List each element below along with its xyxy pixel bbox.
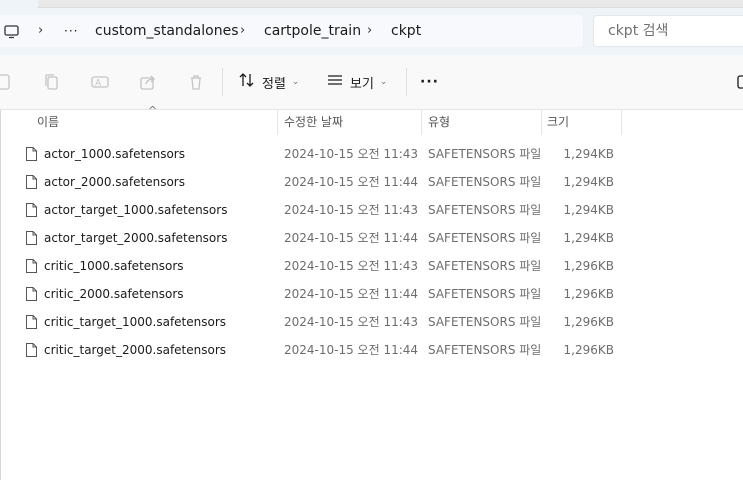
file-name: critic_target_2000.safetensors [44, 343, 227, 357]
chevron-down-icon: ⌄ [291, 77, 300, 87]
file-size: 1,294KB [563, 147, 614, 161]
details-pane-icon[interactable] [737, 72, 743, 92]
file-row[interactable]: actor_target_2000.safetensors 2024-10-15… [1, 224, 743, 252]
file-type: SAFETENSORS 파일 [428, 315, 542, 329]
column-header-date[interactable]: 수정한 날짜 [284, 110, 343, 135]
sort-label: 정렬 [262, 76, 286, 92]
breadcrumb-separator-icon[interactable]: › [240, 15, 245, 47]
file-size: 1,296KB [563, 315, 614, 329]
file-type: SAFETENSORS 파일 [428, 203, 542, 217]
file-date: 2024-10-15 오전 11:44 [284, 287, 419, 301]
file-type: SAFETENSORS 파일 [428, 287, 542, 301]
view-list-icon [326, 72, 344, 92]
file-icon [25, 258, 38, 278]
file-date: 2024-10-15 오전 11:44 [284, 175, 419, 189]
file-row[interactable]: critic_target_2000.safetensors 2024-10-1… [1, 336, 743, 364]
file-size: 1,294KB [563, 175, 614, 189]
column-divider[interactable] [421, 110, 422, 135]
file-name: actor_target_1000.safetensors [44, 203, 228, 217]
breadcrumb-overflow-button[interactable]: ··· [64, 15, 78, 47]
file-icon [25, 202, 38, 222]
file-name: critic_target_1000.safetensors [44, 315, 227, 329]
file-size: 1,296KB [563, 343, 614, 357]
svg-text:A: A [95, 79, 102, 89]
file-date: 2024-10-15 오전 11:44 [284, 231, 419, 245]
sort-button[interactable]: 정렬 ⌄ [238, 68, 299, 96]
view-label: 보기 [350, 76, 374, 92]
file-date: 2024-10-15 오전 11:43 [284, 315, 419, 329]
address-bar: › ··· custom_standalones › cartpole_trai… [0, 8, 743, 55]
window-tab-strip [38, 0, 743, 8]
file-icon [25, 146, 38, 166]
file-type: SAFETENSORS 파일 [428, 147, 542, 161]
breadcrumb-item-custom-standalones[interactable]: custom_standalones [95, 15, 239, 47]
file-name: actor_target_2000.safetensors [44, 231, 228, 245]
share-icon[interactable] [138, 72, 158, 92]
column-header-name[interactable]: 이름 [37, 110, 59, 135]
file-icon [25, 286, 38, 306]
search-placeholder[interactable]: ckpt 검색 [608, 16, 668, 46]
breadcrumb-separator-icon[interactable]: › [367, 15, 372, 47]
breadcrumb-item-ckpt[interactable]: ckpt [391, 15, 421, 47]
file-date: 2024-10-15 오전 11:43 [284, 203, 419, 217]
file-type: SAFETENSORS 파일 [428, 231, 542, 245]
file-row[interactable]: critic_1000.safetensors 2024-10-15 오전 11… [1, 252, 743, 280]
file-size: 1,296KB [563, 287, 614, 301]
delete-icon[interactable] [186, 72, 206, 92]
file-icon [25, 230, 38, 250]
rename-icon[interactable]: A [90, 72, 110, 92]
file-row[interactable]: actor_2000.safetensors 2024-10-15 오전 11:… [1, 168, 743, 196]
file-type: SAFETENSORS 파일 [428, 175, 542, 189]
view-button[interactable]: 보기 ⌄ [326, 68, 387, 96]
file-icon [25, 314, 38, 334]
file-icon [25, 174, 38, 194]
column-divider[interactable] [621, 110, 622, 135]
copy-icon[interactable] [42, 72, 62, 92]
file-name: actor_1000.safetensors [44, 147, 185, 161]
file-row[interactable]: actor_1000.safetensors 2024-10-15 오전 11:… [1, 140, 743, 168]
search-box[interactable]: ckpt 검색 [593, 15, 743, 47]
column-header-type[interactable]: 유형 [428, 110, 450, 135]
file-type: SAFETENSORS 파일 [428, 343, 542, 357]
file-name: critic_1000.safetensors [44, 259, 184, 273]
chevron-down-icon: ⌄ [379, 77, 388, 87]
file-row[interactable]: actor_target_1000.safetensors 2024-10-15… [1, 196, 743, 224]
toolbar-divider [406, 68, 407, 96]
title-strip [0, 0, 743, 8]
file-type: SAFETENSORS 파일 [428, 259, 542, 273]
sort-icon [238, 72, 256, 92]
file-size: 1,294KB [563, 231, 614, 245]
breadcrumb-item-cartpole-train[interactable]: cartpole_train [264, 15, 361, 47]
file-date: 2024-10-15 오전 11:43 [284, 147, 419, 161]
file-date: 2024-10-15 오전 11:44 [284, 343, 419, 357]
file-size: 1,296KB [563, 259, 614, 273]
column-header-size[interactable]: 크기 [547, 110, 569, 135]
file-name: critic_2000.safetensors [44, 287, 184, 301]
more-options-button[interactable]: ··· [420, 68, 439, 96]
file-size: 1,294KB [563, 203, 614, 217]
file-list: ^ 이름 수정한 날짜 유형 크기 actor_1000.safetensors… [0, 104, 743, 480]
file-row[interactable]: critic_2000.safetensors 2024-10-15 오전 11… [1, 280, 743, 308]
file-row[interactable]: critic_target_1000.safetensors 2024-10-1… [1, 308, 743, 336]
breadcrumb-separator-icon[interactable]: › [38, 15, 43, 47]
command-bar: A 정렬 ⌄ 보기 ⌄ ··· [0, 55, 743, 110]
toolbar-divider [222, 68, 223, 96]
new-item-icon[interactable] [0, 72, 14, 92]
column-divider[interactable] [541, 110, 542, 135]
file-icon [25, 342, 38, 362]
this-pc-icon[interactable] [4, 24, 20, 43]
breadcrumb[interactable]: › ··· custom_standalones › cartpole_trai… [0, 15, 583, 47]
sort-ascending-icon: ^ [148, 104, 158, 117]
file-name: actor_2000.safetensors [44, 175, 185, 189]
file-date: 2024-10-15 오전 11:43 [284, 259, 419, 273]
column-divider[interactable] [277, 110, 278, 135]
